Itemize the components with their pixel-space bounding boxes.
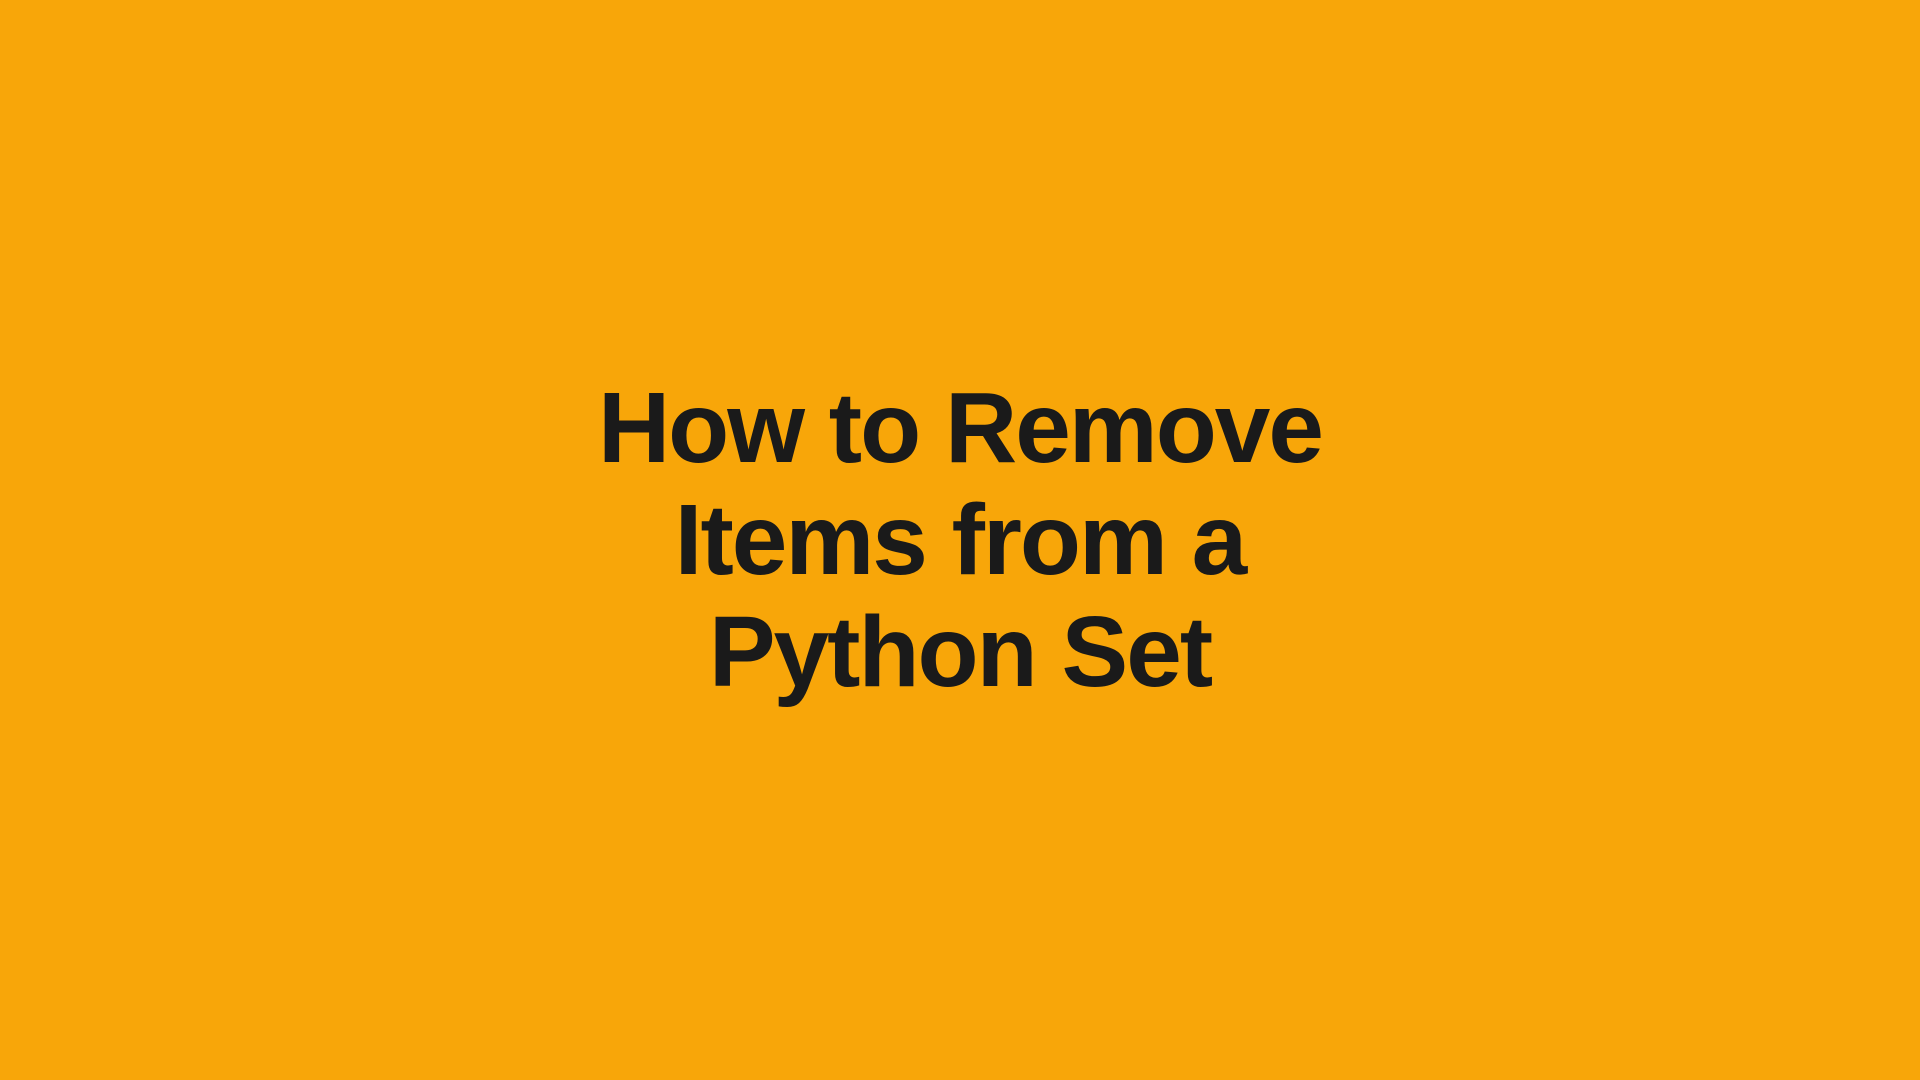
title-line-1: How to Remove <box>598 372 1322 484</box>
page-title: How to Remove Items from a Python Set <box>598 372 1322 708</box>
title-line-3: Python Set <box>709 596 1211 708</box>
title-line-2: Items from a <box>675 484 1246 596</box>
